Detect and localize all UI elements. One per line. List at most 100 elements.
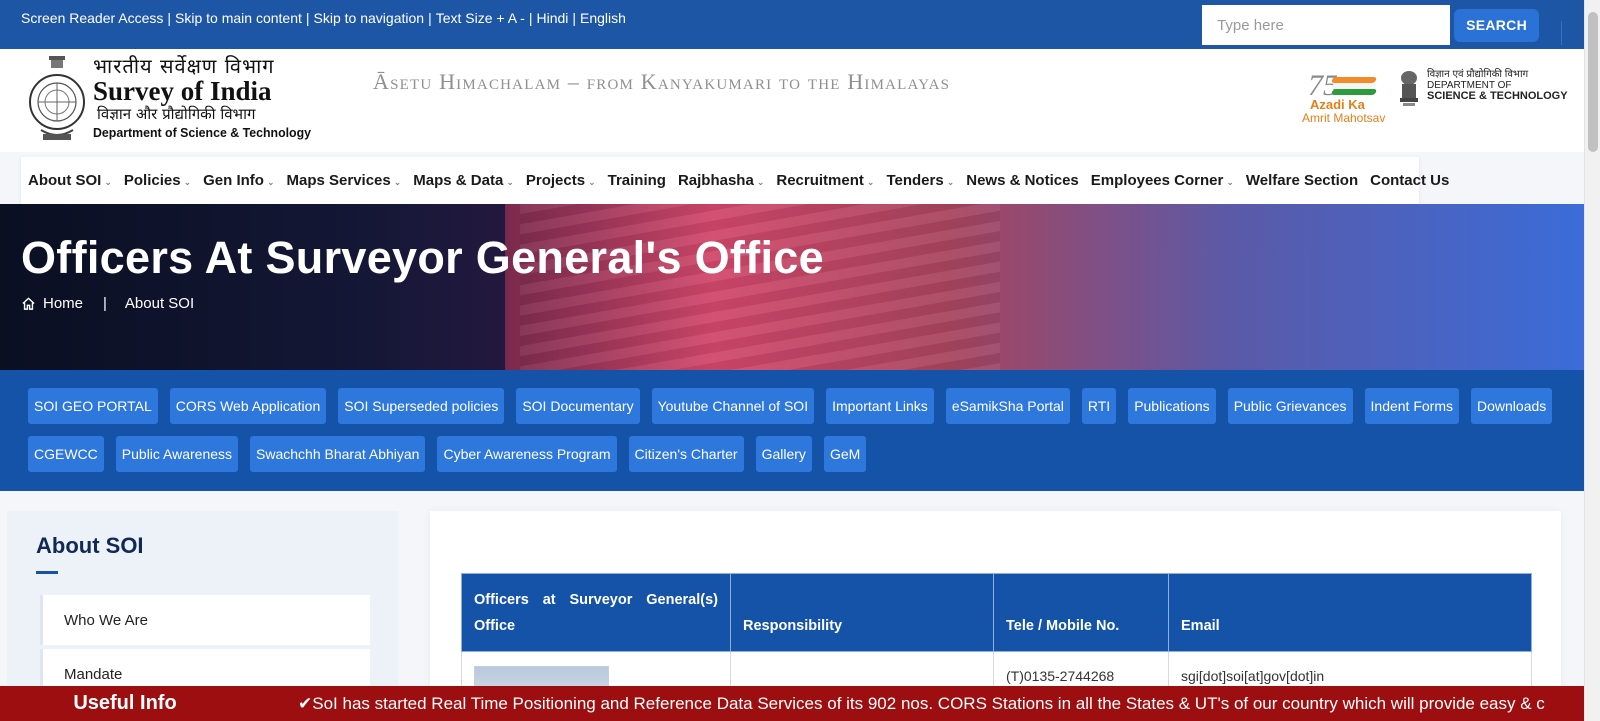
breadcrumb-home-link[interactable]: Home [43, 295, 83, 312]
text-size-controls[interactable]: Text Size + A - [436, 10, 525, 26]
page-title: Officers At Surveyor General's Office [21, 232, 824, 283]
column-header-responsibility: Responsibility [730, 573, 994, 652]
nav-label: Maps & Data [413, 172, 504, 189]
main-navigation: About SOI ⌄ Policies ⌄ Gen Info ⌄ Maps Serv… [21, 157, 1449, 204]
quick-link-swachchh-bharat-abhiyan[interactable]: Swachchh Bharat Abhiyan [250, 436, 426, 472]
divider [1561, 21, 1562, 45]
flag-stripes-icon [1330, 77, 1378, 95]
chevron-down-icon: ⌄ [588, 177, 596, 187]
chevron-down-icon: ⌄ [756, 177, 765, 187]
national-emblem-icon [1397, 69, 1421, 109]
nav-item-rajbhasha[interactable]: Rajbhasha ⌄ [678, 172, 764, 189]
nav-item-maps-data[interactable]: Maps & Data ⌄ [413, 172, 514, 189]
quick-link-gem[interactable]: GeM [823, 436, 867, 472]
nav-label: Training [607, 172, 666, 189]
breadcrumb-separator: | [103, 295, 107, 312]
nav-label: News & Notices [966, 172, 1079, 189]
nav-item-welfare-section[interactable]: Welfare Section [1246, 172, 1358, 189]
chevron-down-icon: ⌄ [266, 177, 275, 187]
quick-link-soi-documentary[interactable]: SOI Documentary [516, 388, 640, 424]
dst-hindi: विज्ञान एवं प्रौद्योगिकी विभाग [1427, 69, 1529, 80]
ticker-message[interactable]: ✔SoI has started Real Time Positioning a… [298, 694, 1545, 714]
nav-label: About SOI [28, 172, 102, 189]
quick-links-bar: SOI GEO PORTAL CORS Web Application SOI … [0, 370, 1584, 491]
search-input[interactable] [1202, 5, 1451, 45]
nav-item-gen-info[interactable]: Gen Info ⌄ [203, 172, 274, 189]
chevron-down-icon: ⌄ [506, 177, 514, 187]
separator: | [428, 10, 432, 26]
screen-reader-access-link[interactable]: Screen Reader Access [21, 10, 163, 26]
sidebar-item-who-we-are[interactable]: Who We Are [40, 595, 370, 645]
quick-link-rti[interactable]: RTI [1081, 388, 1117, 424]
ticker-label: Useful Info [73, 692, 177, 714]
nav-item-news-notices[interactable]: News & Notices [966, 172, 1079, 189]
nav-label: Projects [525, 172, 586, 189]
nav-item-contact-us[interactable]: Contact Us [1370, 172, 1449, 189]
hindi-language-link[interactable]: Hindi [536, 10, 568, 26]
quick-link-important-links[interactable]: Important Links [826, 388, 934, 424]
banner-dark-overlay [0, 204, 505, 370]
column-header-tele: Tele / Mobile No. [993, 573, 1169, 652]
nav-item-policies[interactable]: Policies ⌄ [124, 172, 191, 189]
nav-item-employees-corner[interactable]: Employees Corner ⌄ [1091, 172, 1234, 189]
quick-link-cors-web-application[interactable]: CORS Web Application [169, 388, 327, 424]
chevron-down-icon: ⌄ [183, 177, 192, 187]
nav-item-tenders[interactable]: Tenders ⌄ [886, 172, 954, 189]
separator: | [572, 10, 577, 26]
nav-item-maps-services[interactable]: Maps Services ⌄ [287, 172, 402, 189]
quick-link-public-awareness[interactable]: Public Awareness [115, 436, 239, 472]
nav-label: Welfare Section [1245, 172, 1359, 189]
nav-label: Recruitment [776, 172, 864, 189]
english-language-link[interactable]: English [580, 10, 626, 26]
nav-label: Policies [123, 172, 181, 189]
quick-link-youtube-channel[interactable]: Youtube Channel of SOI [651, 388, 815, 424]
banner-keyboard-image [520, 204, 1000, 370]
skip-to-main-link[interactable]: Skip to main content [175, 10, 302, 26]
home-icon [22, 297, 35, 310]
nav-item-training[interactable]: Training [608, 172, 666, 189]
quick-link-esamiksha-portal[interactable]: eSamikSha Portal [945, 388, 1070, 424]
quick-link-citizens-charter[interactable]: Citizen's Charter [628, 436, 744, 472]
sidebar-title: About SOI [36, 533, 144, 558]
skip-to-navigation-link[interactable]: Skip to navigation [314, 10, 425, 26]
nav-item-about-soi[interactable]: About SOI ⌄ [28, 172, 112, 189]
quick-link-cyber-awareness-program[interactable]: Cyber Awareness Program [437, 436, 617, 472]
quick-link-soi-geo-portal[interactable]: SOI GEO PORTAL [28, 388, 158, 424]
nav-label: Gen Info [203, 172, 264, 189]
dst-line2: SCIENCE & TECHNOLOGY [1427, 90, 1568, 102]
nav-label: Maps Services [286, 172, 391, 189]
scrollbar-thumb[interactable] [1588, 12, 1598, 152]
site-logo[interactable]: भारतीय सर्वेक्षण विभाग Survey of India व… [27, 54, 322, 142]
logo-english-title: Survey of India [93, 76, 272, 106]
table-header-row: Officers at Surveyor General(s) Office R… [461, 573, 1532, 652]
accessibility-links: Screen Reader Access | Skip to main cont… [21, 0, 626, 26]
quick-link-indent-forms[interactable]: Indent Forms [1364, 388, 1459, 424]
quick-link-gallery[interactable]: Gallery [755, 436, 812, 472]
azadi-text-line1: Azadi Ka [1310, 97, 1365, 112]
page-banner: Officers At Surveyor General's Office Ho… [0, 204, 1584, 370]
nav-label: Contact Us [1370, 172, 1450, 189]
quick-link-publications[interactable]: Publications [1128, 388, 1216, 424]
quick-link-downloads[interactable]: Downloads [1471, 388, 1553, 424]
logo-department: Department of Science & Technology [93, 125, 311, 140]
azadi-ka-amrit-mahotsav-logo[interactable]: 75 Azadi Ka Amrit Mahotsav [1302, 69, 1385, 127]
breadcrumb-current: About SOI [124, 295, 195, 312]
search-area: SEARCH [1202, 0, 1584, 45]
logo-hindi-department: विज्ञान और प्रौद्योगिकी विभाग [97, 105, 256, 123]
nav-label: Rajbhasha [677, 172, 754, 189]
nav-item-projects[interactable]: Projects ⌄ [526, 172, 596, 189]
quick-link-cgewcc[interactable]: CGEWCC [28, 436, 104, 472]
useful-info-ticker: Useful Info ✔SoI has started Real Time P… [0, 686, 1584, 721]
quick-link-soi-superseded-policies[interactable]: SOI Superseded policies [338, 388, 505, 424]
search-button[interactable]: SEARCH [1454, 8, 1539, 42]
column-header-email: Email [1168, 573, 1532, 652]
breadcrumb: Home | About SOI [21, 295, 194, 312]
dst-text: विज्ञान एवं प्रौद्योगिकी विभाग DEPARTMEN… [1427, 69, 1568, 109]
nav-item-recruitment[interactable]: Recruitment ⌄ [776, 172, 874, 189]
chevron-down-icon: ⌄ [946, 177, 955, 187]
page-scrollbar[interactable] [1584, 0, 1600, 721]
quick-link-public-grievances[interactable]: Public Grievances [1227, 388, 1353, 424]
logo-hindi-title: भारतीय सर्वेक्षण विभाग [93, 54, 275, 78]
dst-logo[interactable]: विज्ञान एवं प्रौद्योगिकी विभाग DEPARTMEN… [1397, 69, 1568, 109]
separator: | [528, 10, 533, 26]
